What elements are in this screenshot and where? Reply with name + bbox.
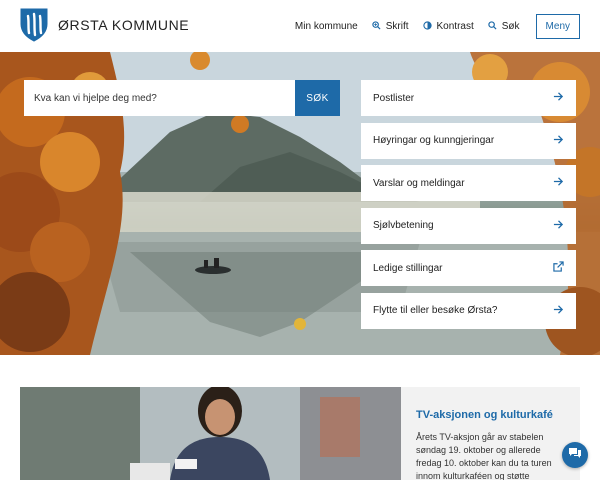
site-header: ØRSTA KOMMUNE Min kommune Skrift Kontras… <box>0 0 600 52</box>
quick-link-label: Postlister <box>373 92 415 104</box>
news-image <box>20 387 401 480</box>
brand-logo[interactable]: ØRSTA KOMMUNE <box>20 8 189 42</box>
quick-link-label: Høyringar og kunngjeringar <box>373 135 495 146</box>
external-link-icon <box>553 261 564 275</box>
nav-sok[interactable]: Søk <box>488 20 520 33</box>
zoom-icon <box>372 20 381 33</box>
search-icon <box>488 20 497 33</box>
nav-min-kommune[interactable]: Min kommune <box>295 21 358 32</box>
nav-skrift-label: Skrift <box>385 21 409 32</box>
nav-kontrast-label: Kontrast <box>436 21 474 32</box>
quick-links: Postlister Høyringar og kunngjeringar Va… <box>361 80 576 335</box>
arrow-right-icon <box>553 219 564 233</box>
search-button[interactable]: SØK <box>295 80 340 116</box>
news-card[interactable]: TV-aksjonen og kulturkafé Årets TV-aksjo… <box>20 387 580 480</box>
quick-link-postlister[interactable]: Postlister <box>361 80 576 116</box>
coat-of-arms-icon <box>20 8 48 42</box>
arrow-right-icon <box>553 304 564 318</box>
news-body: Årets TV-aksjon går av stabelen søndag 1… <box>416 432 552 480</box>
chat-icon <box>568 446 582 464</box>
nav-skrift[interactable]: Skrift <box>372 20 409 33</box>
search-input[interactable] <box>24 80 295 116</box>
nav-sok-label: Søk <box>501 21 520 32</box>
quick-link-label: Varslar og meldingar <box>373 177 465 189</box>
top-nav: Min kommune Skrift Kontrast Søk Meny <box>295 14 580 39</box>
contrast-icon <box>422 20 432 33</box>
hero-banner: SØK Postlister Høyringar og kunngjeringa… <box>0 52 600 355</box>
chat-button[interactable] <box>562 442 588 468</box>
quick-link-ledige-stillingar[interactable]: Ledige stillingar <box>361 250 576 286</box>
news-title[interactable]: TV-aksjonen og kulturkafé <box>416 409 566 421</box>
quick-link-label: Flytte til eller besøke Ørsta? <box>373 305 498 316</box>
arrow-right-icon <box>553 91 564 105</box>
arrow-right-icon <box>553 176 564 190</box>
nav-kontrast[interactable]: Kontrast <box>422 20 474 33</box>
quick-link-flytte[interactable]: Flytte til eller besøke Ørsta? <box>361 292 576 329</box>
nav-min-kommune-label: Min kommune <box>294 21 358 32</box>
quick-link-label: Ledige stillingar <box>373 262 443 274</box>
arrow-right-icon <box>553 134 564 148</box>
menu-button[interactable]: Meny <box>535 14 580 39</box>
brand-name: ØRSTA KOMMUNE <box>58 17 190 33</box>
quick-link-sjolvbetening[interactable]: Sjølvbetening <box>361 207 576 244</box>
quick-link-varslar[interactable]: Varslar og meldingar <box>361 165 576 201</box>
quick-link-label: Sjølvbetening <box>373 220 434 231</box>
news-text: TV-aksjonen og kulturkafé Årets TV-aksjo… <box>401 387 580 480</box>
search-form: SØK <box>24 80 340 116</box>
quick-link-hoyringar[interactable]: Høyringar og kunngjeringar <box>361 122 576 159</box>
